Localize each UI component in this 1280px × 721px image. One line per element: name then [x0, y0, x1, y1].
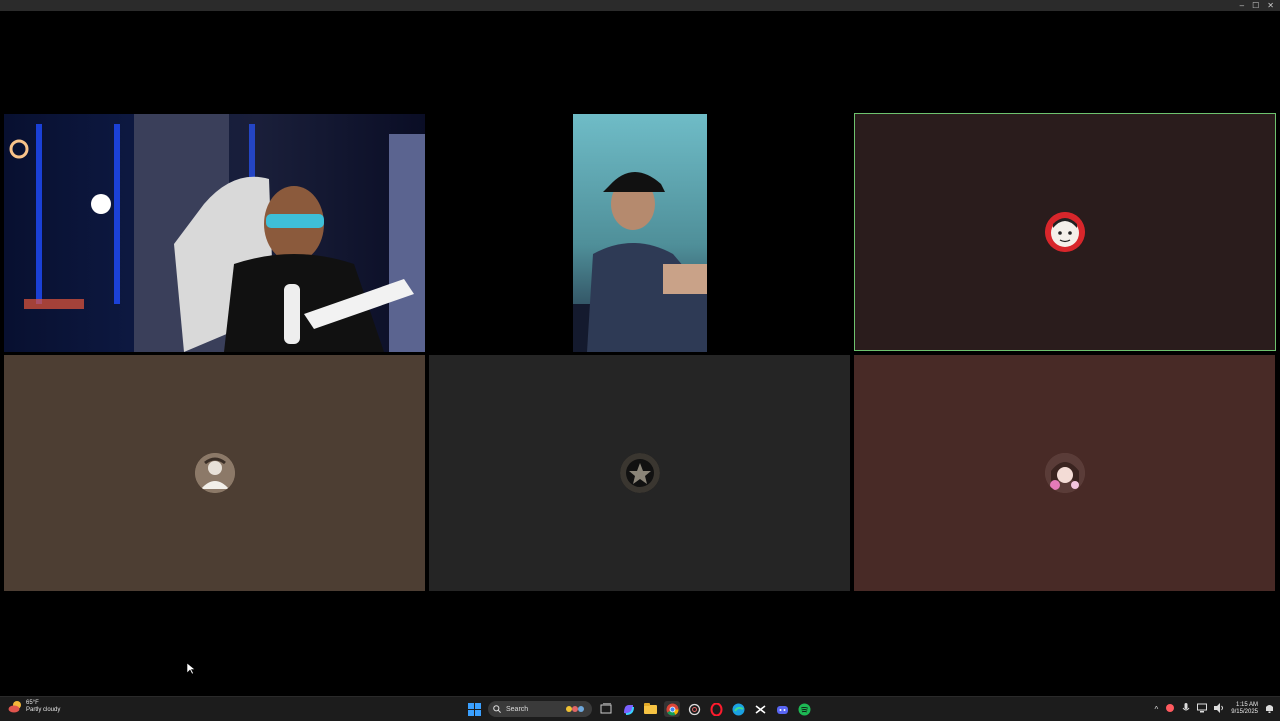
- participant-tile-1[interactable]: [4, 114, 425, 352]
- minimize-button[interactable]: –: [1240, 0, 1244, 11]
- weather-condition: Partly cloudy: [26, 707, 61, 713]
- opera-icon[interactable]: [708, 701, 724, 717]
- task-view-icon[interactable]: [598, 701, 614, 717]
- system-clock[interactable]: 1:15 AM 9/15/2025: [1231, 702, 1258, 716]
- participant-tile-3[interactable]: [854, 113, 1276, 351]
- weather-widget[interactable]: 65°F Partly cloudy: [8, 700, 60, 714]
- tray-chevron-icon[interactable]: ^: [1155, 705, 1159, 714]
- participant-tile-5[interactable]: [429, 355, 850, 591]
- discord-icon[interactable]: [774, 701, 790, 717]
- window-titlebar: – ☐ ✕: [0, 0, 1280, 11]
- dark-emblem-icon: [619, 453, 660, 493]
- copilot-icon[interactable]: [620, 701, 636, 717]
- search-highlight-icon: [566, 706, 584, 712]
- participant-tile-6[interactable]: [854, 355, 1275, 591]
- cartoon-face-icon: [1045, 212, 1085, 252]
- anime-character-icon: [1044, 453, 1085, 493]
- notification-icon[interactable]: [1265, 703, 1274, 715]
- chrome-icon[interactable]: [664, 701, 680, 717]
- speaker-icon[interactable]: [1214, 703, 1224, 715]
- participant-tile-4[interactable]: [4, 355, 425, 591]
- participant-tile-2[interactable]: [573, 114, 707, 352]
- capcut-icon[interactable]: [752, 701, 768, 717]
- participant-avatar-4: [194, 453, 235, 493]
- edge-icon[interactable]: [730, 701, 746, 717]
- windows-start-icon[interactable]: [466, 701, 482, 717]
- taskbar-center: Search: [466, 699, 812, 719]
- participant-video-2: [573, 171, 707, 352]
- participant-video-1: [9, 114, 425, 352]
- system-tray: ^ 1:15 AM 9/15/2025: [1155, 699, 1274, 719]
- tray-app-icon[interactable]: [1165, 703, 1175, 715]
- spotify-icon[interactable]: [796, 701, 812, 717]
- maximize-button[interactable]: ☐: [1252, 0, 1259, 11]
- network-icon[interactable]: [1197, 703, 1208, 715]
- search-icon: [493, 705, 501, 713]
- window-controls: – ☐ ✕: [1240, 0, 1274, 11]
- cursor-arrow-icon: [186, 662, 196, 675]
- search-label: Search: [506, 705, 529, 713]
- participant-avatar-3: [1045, 212, 1085, 252]
- profile-photo-icon: [194, 453, 235, 493]
- file-explorer-icon[interactable]: [642, 701, 658, 717]
- weather-text: 65°F Partly cloudy: [26, 700, 60, 714]
- clock-date: 9/15/2025: [1231, 709, 1258, 715]
- taskbar-search[interactable]: Search: [488, 701, 592, 717]
- partly-cloudy-icon: [8, 700, 22, 714]
- weather-temp: 65°F: [26, 700, 39, 706]
- participant-avatar-5: [619, 453, 660, 493]
- participant-avatar-6: [1044, 453, 1085, 493]
- close-button[interactable]: ✕: [1267, 0, 1274, 11]
- clock-time: 1:15 AM: [1235, 702, 1258, 708]
- chatgpt-icon[interactable]: [686, 701, 702, 717]
- microphone-icon[interactable]: [1182, 703, 1190, 715]
- taskbar: 65°F Partly cloudy Search ^ 1:15 AM 9/15…: [0, 696, 1280, 721]
